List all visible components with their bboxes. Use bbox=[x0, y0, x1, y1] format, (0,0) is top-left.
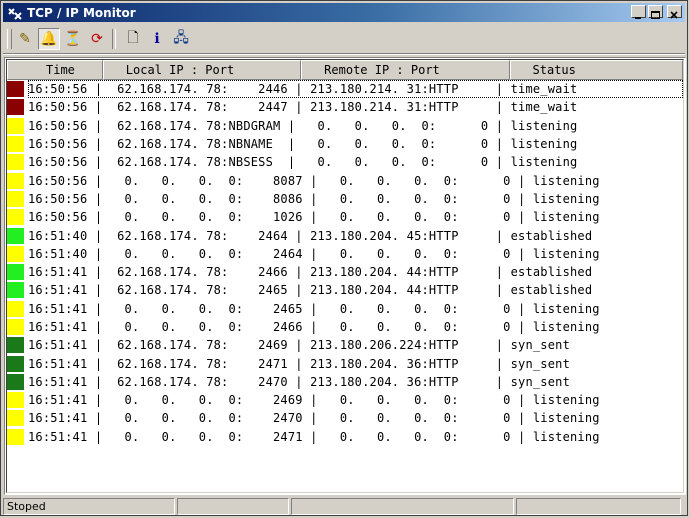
state-color-swatch bbox=[7, 300, 24, 317]
table-row[interactable]: 16:51:40 | 0. 0. 0. 0: 2464 | 0. 0. 0. 0… bbox=[7, 245, 683, 263]
state-color-swatch bbox=[7, 227, 24, 244]
state-color-swatch bbox=[7, 172, 24, 189]
state-color-swatch bbox=[7, 373, 24, 390]
status-panel-3 bbox=[291, 498, 514, 515]
state-color-swatch bbox=[7, 337, 24, 354]
row-text: 16:50:56 | 62.168.174. 78:NBDGRAM | 0. 0… bbox=[28, 118, 578, 133]
table-row[interactable]: 16:51:41 | 62.168.174. 78: 2469 | 213.18… bbox=[7, 336, 683, 354]
table-row[interactable]: 16:50:56 | 0. 0. 0. 0: 8086 | 0. 0. 0. 0… bbox=[7, 190, 683, 208]
table-row[interactable]: 16:51:41 | 0. 0. 0. 0: 2465 | 0. 0. 0. 0… bbox=[7, 300, 683, 318]
state-color-swatch bbox=[7, 428, 24, 445]
document-button[interactable]: 🗋 bbox=[122, 28, 144, 50]
row-text: 16:51:41 | 62.168.174. 78: 2469 | 213.18… bbox=[28, 338, 570, 353]
table-row[interactable]: 16:51:41 | 62.168.174. 78: 2470 | 213.18… bbox=[7, 373, 683, 391]
title-bar[interactable]: TCP / IP Monitor bbox=[3, 3, 685, 22]
table-row[interactable]: 16:50:56 | 62.168.174. 78:NBDGRAM | 0. 0… bbox=[7, 117, 683, 135]
toolbar-separator bbox=[112, 29, 116, 49]
state-color-swatch bbox=[7, 81, 24, 98]
state-color-swatch bbox=[7, 245, 24, 262]
close-button[interactable] bbox=[667, 5, 682, 19]
table-row[interactable]: 16:50:56 | 62.168.174. 78:NBSESS | 0. 0.… bbox=[7, 153, 683, 171]
column-status[interactable]: Status bbox=[509, 60, 683, 80]
state-color-swatch bbox=[7, 355, 24, 372]
table-row[interactable]: 16:50:56 | 62.168.174. 78: 2447 | 213.18… bbox=[7, 98, 683, 116]
toolbar-buttons: ✎ 🔔 ⏳ ⟳ 🗋 ℹ 🖧 bbox=[12, 28, 192, 50]
row-text: 16:51:41 | 62.168.174. 78: 2466 | 213.18… bbox=[28, 265, 593, 280]
row-text: 16:51:41 | 0. 0. 0. 0: 2465 | 0. 0. 0. 0… bbox=[28, 301, 600, 316]
connection-list[interactable]: Time Local IP : Port Remote IP : Port St… bbox=[4, 57, 686, 495]
table-row[interactable]: 16:50:56 | 0. 0. 0. 0: 8087 | 0. 0. 0. 0… bbox=[7, 171, 683, 189]
refresh-icon: ⟳ bbox=[91, 31, 103, 47]
document-icon: 🗋 bbox=[127, 30, 139, 46]
bell-button[interactable]: 🔔 bbox=[38, 28, 60, 50]
row-text: 16:51:40 | 0. 0. 0. 0: 2464 | 0. 0. 0. 0… bbox=[28, 246, 600, 261]
state-color-swatch bbox=[7, 190, 24, 207]
bell-icon: 🔔 bbox=[40, 31, 58, 47]
state-color-swatch bbox=[7, 136, 24, 153]
network-icon: 🖧 bbox=[173, 30, 189, 46]
state-color-swatch bbox=[7, 154, 24, 171]
column-local[interactable]: Local IP : Port bbox=[102, 60, 302, 80]
app-window: TCP / IP Monitor ✎ 🔔 ⏳ ⟳ 🗋 ℹ 🖧 Time Local IP :… bbox=[0, 0, 688, 516]
row-text: 16:50:56 | 62.168.174. 78: 2446 | 213.18… bbox=[28, 80, 683, 99]
state-color-swatch bbox=[7, 117, 24, 134]
filter-icon: ⏳ bbox=[64, 31, 82, 47]
column-time[interactable]: Time bbox=[7, 60, 103, 80]
state-color-swatch bbox=[7, 209, 24, 226]
table-row[interactable]: 16:51:41 | 0. 0. 0. 0: 2471 | 0. 0. 0. 0… bbox=[7, 428, 683, 446]
table-row[interactable]: 16:51:41 | 62.168.174. 78: 2466 | 213.18… bbox=[7, 263, 683, 281]
table-row[interactable]: 16:51:41 | 0. 0. 0. 0: 2469 | 0. 0. 0. 0… bbox=[7, 391, 683, 409]
state-color-swatch bbox=[7, 410, 24, 427]
state-color-swatch bbox=[7, 392, 24, 409]
row-text: 16:51:41 | 0. 0. 0. 0: 2470 | 0. 0. 0. 0… bbox=[28, 411, 600, 426]
row-text: 16:50:56 | 0. 0. 0. 0: 1026 | 0. 0. 0. 0… bbox=[28, 210, 600, 225]
row-text: 16:51:41 | 62.168.174. 78: 2470 | 213.18… bbox=[28, 374, 570, 389]
column-remote[interactable]: Remote IP : Port bbox=[301, 60, 510, 80]
table-row[interactable]: 16:51:41 | 0. 0. 0. 0: 2470 | 0. 0. 0. 0… bbox=[7, 409, 683, 427]
row-text: 16:50:56 | 0. 0. 0. 0: 8086 | 0. 0. 0. 0… bbox=[28, 191, 600, 206]
connection-rows: 16:50:56 | 62.168.174. 78: 2446 | 213.18… bbox=[7, 80, 683, 446]
state-color-swatch bbox=[7, 99, 24, 116]
minimize-button[interactable] bbox=[631, 5, 646, 19]
status-panel-4 bbox=[516, 498, 681, 515]
status-text: Stoped bbox=[3, 498, 175, 515]
refresh-button[interactable]: ⟳ bbox=[86, 28, 108, 50]
info-button[interactable]: ℹ bbox=[146, 28, 168, 50]
pencil-icon: ✎ bbox=[19, 31, 31, 47]
row-text: 16:51:40 | 62.168.174. 78: 2464 | 213.18… bbox=[28, 228, 593, 243]
state-color-swatch bbox=[7, 319, 24, 335]
maximize-button[interactable] bbox=[648, 5, 663, 19]
status-bar: Stoped bbox=[3, 498, 685, 515]
toolbar: ✎ 🔔 ⏳ ⟳ 🗋 ℹ 🖧 bbox=[3, 25, 685, 54]
column-header: Time Local IP : Port Remote IP : Port St… bbox=[7, 60, 683, 80]
row-text: 16:51:41 | 0. 0. 0. 0: 2469 | 0. 0. 0. 0… bbox=[28, 393, 600, 408]
table-row[interactable]: 16:50:56 | 62.168.174. 78:NBNAME | 0. 0.… bbox=[7, 135, 683, 153]
state-color-swatch bbox=[7, 282, 24, 299]
maximize-icon bbox=[651, 11, 660, 19]
info-icon: ℹ bbox=[154, 31, 160, 47]
minimize-icon bbox=[635, 17, 641, 19]
row-text: 16:50:56 | 0. 0. 0. 0: 8087 | 0. 0. 0. 0… bbox=[28, 173, 600, 188]
table-row[interactable]: 16:51:41 | 62.168.174. 78: 2465 | 213.18… bbox=[7, 281, 683, 299]
row-text: 16:51:41 | 62.168.174. 78: 2471 | 213.18… bbox=[28, 356, 570, 371]
table-row[interactable]: 16:51:40 | 62.168.174. 78: 2464 | 213.18… bbox=[7, 226, 683, 244]
table-row[interactable]: 16:50:56 | 0. 0. 0. 0: 1026 | 0. 0. 0. 0… bbox=[7, 208, 683, 226]
state-color-swatch bbox=[7, 264, 24, 281]
status-panel-2 bbox=[177, 498, 289, 515]
row-text: 16:51:41 | 0. 0. 0. 0: 2466 | 0. 0. 0. 0… bbox=[28, 320, 600, 334]
pencil-button[interactable]: ✎ bbox=[14, 28, 36, 50]
row-text: 16:51:41 | 0. 0. 0. 0: 2471 | 0. 0. 0. 0… bbox=[28, 429, 600, 444]
table-row[interactable]: 16:50:56 | 62.168.174. 78: 2446 | 213.18… bbox=[7, 80, 683, 99]
table-row[interactable]: 16:51:41 | 62.168.174. 78: 2471 | 213.18… bbox=[7, 354, 683, 372]
network-button[interactable]: 🖧 bbox=[170, 28, 192, 50]
app-icon bbox=[7, 6, 23, 20]
row-text: 16:50:56 | 62.168.174. 78:NBSESS | 0. 0.… bbox=[28, 155, 578, 170]
table-row[interactable]: 16:51:41 | 0. 0. 0. 0: 2466 | 0. 0. 0. 0… bbox=[7, 318, 683, 336]
window-title: TCP / IP Monitor bbox=[27, 5, 136, 20]
row-text: 16:50:56 | 62.168.174. 78:NBNAME | 0. 0.… bbox=[28, 137, 578, 152]
row-text: 16:50:56 | 62.168.174. 78: 2447 | 213.18… bbox=[28, 100, 578, 115]
close-icon bbox=[670, 11, 678, 19]
filter-button[interactable]: ⏳ bbox=[62, 28, 84, 50]
row-text: 16:51:41 | 62.168.174. 78: 2465 | 213.18… bbox=[28, 283, 593, 298]
